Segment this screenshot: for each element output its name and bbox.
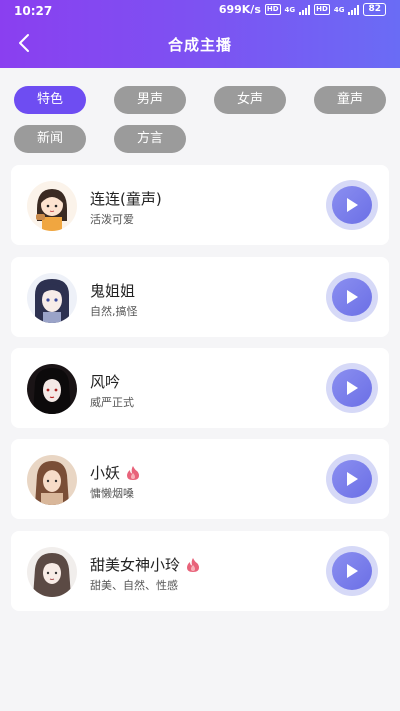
tab-featured[interactable]: 特色 (14, 86, 86, 114)
play-button[interactable] (326, 363, 378, 413)
voice-card[interactable]: 鬼姐姐 自然,搞怪 (11, 257, 389, 337)
play-button[interactable] (326, 454, 378, 504)
voice-description: 甜美、自然、性感 (90, 579, 178, 592)
voice-description: 活泼可爱 (90, 213, 134, 226)
voice-card[interactable]: 风吟 威严正式 (11, 348, 389, 428)
voice-name-row: 风吟 (90, 371, 120, 392)
hot-fire-icon (127, 465, 140, 480)
voice-name: 甜美女神小玲 (90, 556, 181, 574)
voice-name: 鬼姐姐 (90, 282, 136, 300)
status-time: 10:27 (14, 4, 53, 18)
hd-icon-2: HD (314, 4, 330, 15)
tab-news[interactable]: 新闻 (14, 125, 86, 153)
portrait-avatar-icon (27, 455, 77, 505)
network-type-1: 4G (284, 5, 296, 14)
tab-dialect[interactable]: 方言 (114, 125, 186, 153)
play-button[interactable] (326, 272, 378, 322)
status-indicators: 699K/s HD 4G HD 4G 82 (219, 3, 386, 16)
voice-name-row: 甜美女神小玲 (90, 554, 200, 575)
play-icon (332, 186, 372, 224)
page-title: 合成主播 (167, 36, 232, 54)
status-bar: 10:27 699K/s HD 4G HD 4G 82 (0, 0, 400, 22)
battery-icon: 82 (363, 3, 386, 16)
avatar (27, 181, 77, 231)
play-button[interactable] (326, 180, 378, 230)
voice-name-row: 鬼姐姐 (90, 280, 135, 301)
voice-name-row: 小妖 (90, 462, 140, 483)
tab-male[interactable]: 男声 (114, 86, 186, 114)
voice-name: 风吟 (90, 373, 121, 391)
voice-name: 连连(童声) (90, 190, 162, 208)
avatar (27, 273, 77, 323)
hot-fire-icon (187, 557, 200, 572)
app-header: 10:27 699K/s HD 4G HD 4G 82 合成主播 (0, 0, 400, 68)
play-button[interactable] (326, 546, 378, 596)
voice-description: 威严正式 (90, 396, 134, 409)
signal-icon-2 (348, 4, 360, 15)
cartoon-girl-avatar-icon (27, 181, 77, 231)
network-speed: 699K/s (218, 3, 261, 16)
voice-name: 小妖 (90, 464, 121, 482)
anime-girl-avatar-icon (27, 273, 77, 323)
avatar (27, 364, 77, 414)
tab-female[interactable]: 女声 (214, 86, 286, 114)
tab-child[interactable]: 童声 (314, 86, 386, 114)
play-icon (332, 369, 372, 407)
voice-name-row: 连连(童声) (90, 188, 162, 209)
avatar (27, 547, 77, 597)
voice-card[interactable]: 连连(童声) 活泼可爱 (11, 165, 389, 245)
play-icon (332, 460, 372, 498)
sketch-girl-avatar-icon (27, 547, 77, 597)
avatar (27, 455, 77, 505)
network-type-2: 4G (333, 5, 345, 14)
signal-icon (299, 4, 311, 15)
hd-icon: HD (264, 4, 281, 15)
voice-card[interactable]: 甜美女神小玲 甜美、自然、性感 (11, 531, 389, 611)
play-icon (332, 278, 372, 316)
dark-hair-avatar-icon (27, 364, 77, 414)
voice-card[interactable]: 小妖 慵懒烟嗓 (11, 439, 389, 519)
voice-description: 慵懒烟嗓 (90, 487, 134, 500)
voice-description: 自然,搞怪 (90, 305, 138, 318)
play-icon (332, 552, 372, 590)
